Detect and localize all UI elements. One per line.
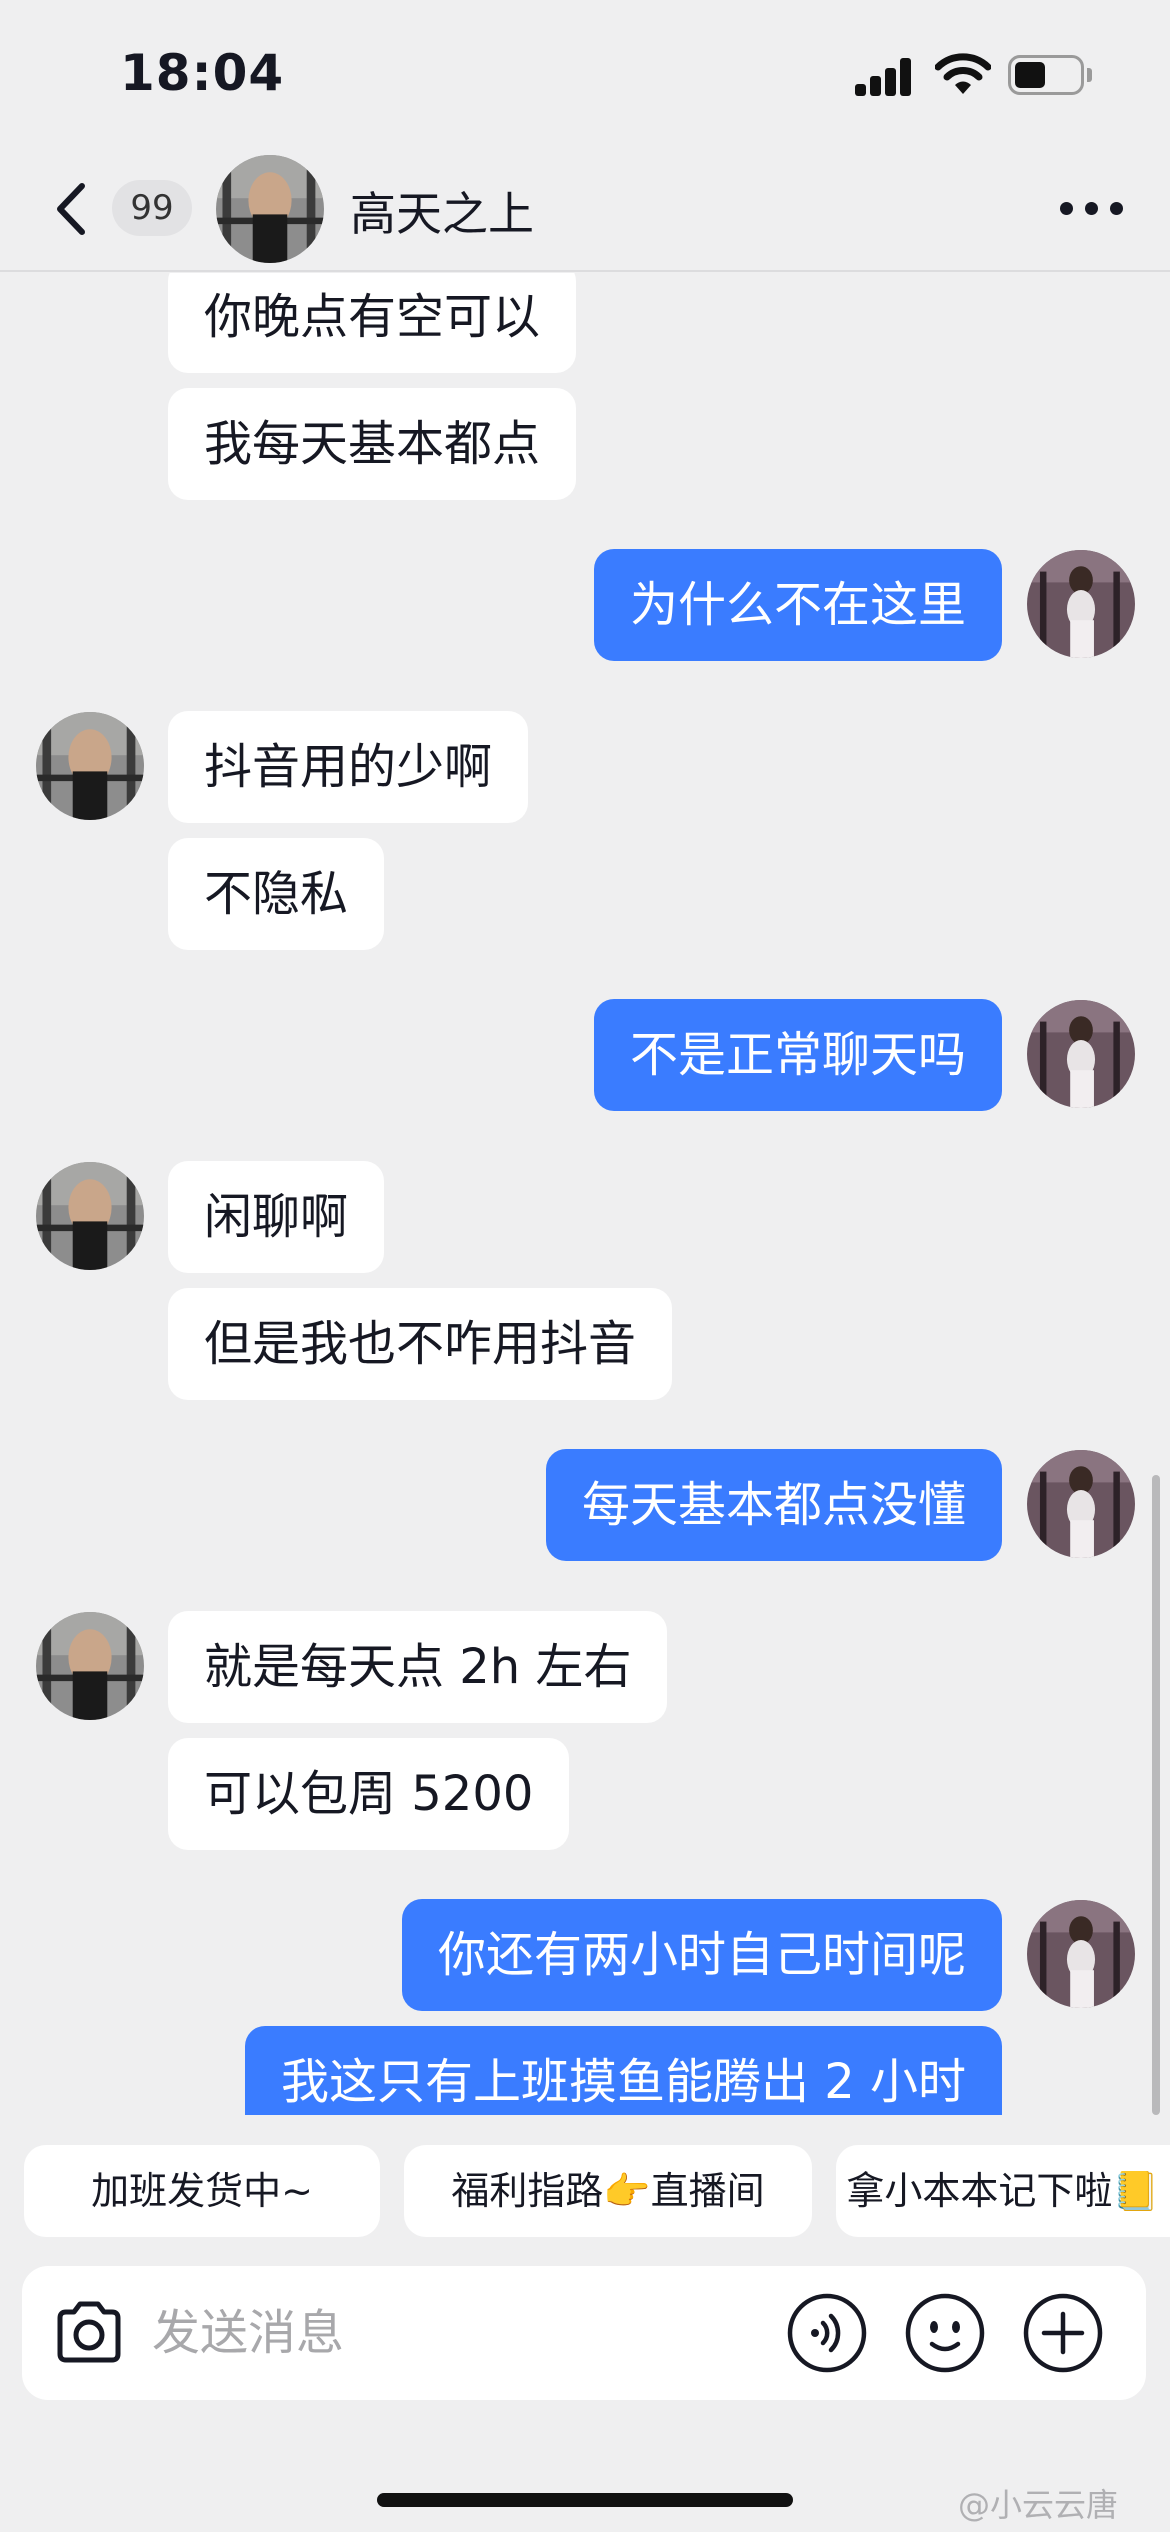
cellular-signal-icon (855, 58, 913, 96)
message-bubble-incoming[interactable]: 不隐私 (168, 838, 385, 950)
back-icon[interactable] (48, 174, 98, 244)
message-bubble-outgoing[interactable]: 我这只有上班摸鱼能腾出 2 小时 (244, 2026, 1002, 2115)
plus-icon[interactable] (1022, 2292, 1104, 2374)
contact-message-avatar[interactable] (36, 712, 144, 820)
my-avatar[interactable] (1027, 1450, 1135, 1558)
quick-reply-chip[interactable]: 加班发货中~ (24, 2145, 380, 2237)
voice-icon[interactable] (786, 2292, 868, 2374)
message-bubble-incoming[interactable]: 我每天基本都点 (168, 388, 577, 500)
message-input-bar (22, 2266, 1146, 2400)
message-bubble-incoming[interactable]: 闲聊啊 (168, 1161, 385, 1273)
quick-reply-bar: 加班发货中~ 福利指路👉直播间 拿小本本记下啦📒 (0, 2145, 1170, 2237)
status-bar: 18:04 (0, 0, 1170, 150)
quick-reply-chip[interactable]: 福利指路👉直播间 (404, 2145, 812, 2237)
contact-message-avatar[interactable] (36, 1612, 144, 1720)
home-indicator[interactable] (377, 2493, 793, 2507)
emoji-icon[interactable] (904, 2292, 986, 2374)
my-avatar[interactable] (1027, 1000, 1135, 1108)
message-bubble-incoming[interactable]: 抖音用的少啊 (168, 711, 529, 823)
contact-message-avatar[interactable] (36, 1162, 144, 1270)
message-bubble-outgoing[interactable]: 不是正常聊天吗 (593, 999, 1002, 1111)
chat-header: 99 高天之上 (0, 150, 1170, 272)
message-bubble-incoming[interactable]: 可以包周 5200 (168, 1738, 570, 1850)
message-bubble-outgoing[interactable]: 你还有两小时自己时间呢 (401, 1899, 1002, 2011)
message-bubble-outgoing[interactable]: 为什么不在这里 (593, 549, 1002, 661)
watermark: @小云云唐 (958, 2486, 1119, 2524)
message-bubble-incoming[interactable]: 你晚点有空可以 (168, 273, 577, 373)
contact-name[interactable]: 高天之上 (350, 178, 534, 244)
message-bubble-incoming[interactable]: 就是每天点 2h 左右 (168, 1611, 668, 1723)
my-avatar[interactable] (1027, 550, 1135, 658)
message-bubble-outgoing[interactable]: 每天基本都点没懂 (545, 1449, 1002, 1561)
message-input[interactable] (152, 2293, 752, 2373)
unread-count-badge[interactable]: 99 (112, 180, 192, 236)
more-options-icon[interactable] (1060, 202, 1124, 218)
contact-avatar[interactable] (216, 155, 324, 263)
quick-reply-chip[interactable]: 拿小本本记下啦📒 (836, 2145, 1170, 2237)
battery-icon (1008, 55, 1092, 95)
camera-icon[interactable] (50, 2294, 128, 2372)
chat-scrollbar[interactable] (1152, 1475, 1160, 2115)
wifi-icon (935, 53, 991, 94)
chat-message-list[interactable]: 你晚点有空可以 我每天基本都点 为什么不在这里 抖音用的少啊 不隐私 不是正常聊… (0, 273, 1170, 2115)
status-time: 18:04 (120, 44, 285, 102)
my-avatar[interactable] (1027, 1900, 1135, 2008)
message-bubble-incoming[interactable]: 但是我也不咋用抖音 (168, 1288, 673, 1400)
